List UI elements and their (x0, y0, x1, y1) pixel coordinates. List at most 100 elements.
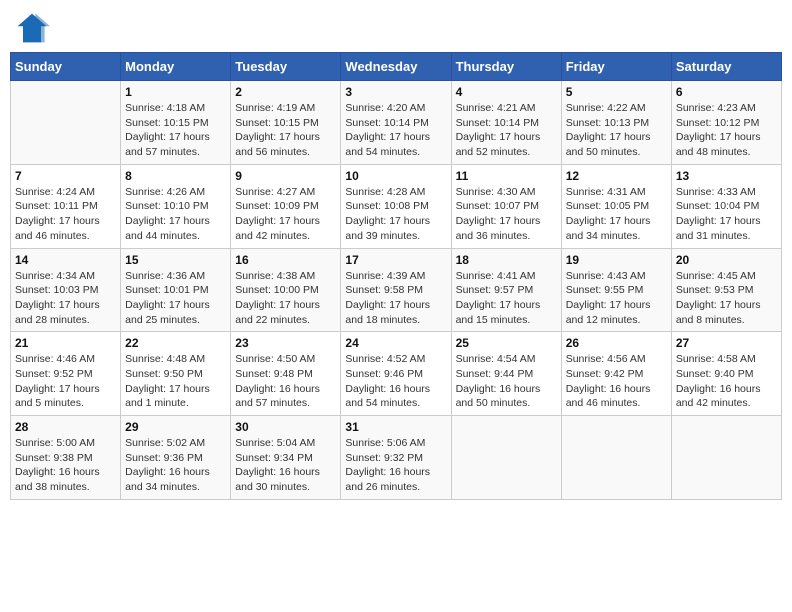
day-info: Sunrise: 4:23 AM Sunset: 10:12 PM Daylig… (676, 101, 777, 160)
calendar-cell: 31 Sunrise: 5:06 AM Sunset: 9:32 PM Dayli… (341, 416, 451, 500)
column-header-monday: Monday (121, 53, 231, 81)
day-number: 20 (676, 253, 777, 267)
calendar-cell: 25Sunrise: 4:54 AM Sunset: 9:44 PM Dayli… (451, 332, 561, 416)
calendar-cell: 3 Sunrise: 4:20 AM Sunset: 10:14 PM Dayli… (341, 81, 451, 165)
day-number: 16 (235, 253, 336, 267)
calendar-cell (671, 416, 781, 500)
calendar-cell: 1 Sunrise: 4:18 AM Sunset: 10:15 PM Dayli… (121, 81, 231, 165)
calendar-cell: 4Sunrise: 4:21 AM Sunset: 10:14 PM Dayli… (451, 81, 561, 165)
day-info: Sunrise: 4:52 AM Sunset: 9:46 PM Dayligh… (345, 352, 446, 411)
day-info: Sunrise: 4:38 AM Sunset: 10:00 PM Daylig… (235, 269, 336, 328)
calendar-cell: 5 Sunrise: 4:22 AM Sunset: 10:13 PM Dayli… (561, 81, 671, 165)
calendar-cell: 30Sunrise: 5:04 AM Sunset: 9:34 PM Dayli… (231, 416, 341, 500)
day-info: Sunrise: 4:54 AM Sunset: 9:44 PM Dayligh… (456, 352, 557, 411)
day-info: Sunrise: 4:24 AM Sunset: 10:11 PM Daylig… (15, 185, 116, 244)
calendar-cell (451, 416, 561, 500)
day-info: Sunrise: 5:00 AM Sunset: 9:38 PM Dayligh… (15, 436, 116, 495)
calendar-cell (561, 416, 671, 500)
calendar-cell: 27 Sunrise: 4:58 AM Sunset: 9:40 PM Dayli… (671, 332, 781, 416)
calendar-cell: 17 Sunrise: 4:39 AM Sunset: 9:58 PM Dayli… (341, 248, 451, 332)
day-number: 31 (345, 420, 446, 434)
calendar-cell: 19Sunrise: 4:43 AM Sunset: 9:55 PM Dayli… (561, 248, 671, 332)
calendar-cell: 20Sunrise: 4:45 AM Sunset: 9:53 PM Dayli… (671, 248, 781, 332)
day-info: Sunrise: 4:18 AM Sunset: 10:15 PM Daylig… (125, 101, 226, 160)
calendar-cell: 23 Sunrise: 4:50 AM Sunset: 9:48 PM Dayli… (231, 332, 341, 416)
calendar-cell: 14 Sunrise: 4:34 AM Sunset: 10:03 PM Dayl… (11, 248, 121, 332)
calendar-table: SundayMondayTuesdayWednesdayThursdayFrid… (10, 52, 782, 500)
day-info: Sunrise: 5:02 AM Sunset: 9:36 PM Dayligh… (125, 436, 226, 495)
day-number: 11 (456, 169, 557, 183)
day-info: Sunrise: 4:26 AM Sunset: 10:10 PM Daylig… (125, 185, 226, 244)
calendar-cell: 16 Sunrise: 4:38 AM Sunset: 10:00 PM Dayl… (231, 248, 341, 332)
day-number: 24 (345, 336, 446, 350)
day-number: 14 (15, 253, 116, 267)
calendar-week-row: 14 Sunrise: 4:34 AM Sunset: 10:03 PM Dayl… (11, 248, 782, 332)
calendar-cell: 2Sunrise: 4:19 AM Sunset: 10:15 PM Dayli… (231, 81, 341, 165)
day-info: Sunrise: 4:20 AM Sunset: 10:14 PM Daylig… (345, 101, 446, 160)
calendar-week-row: 1 Sunrise: 4:18 AM Sunset: 10:15 PM Dayli… (11, 81, 782, 165)
day-info: Sunrise: 4:31 AM Sunset: 10:05 PM Daylig… (566, 185, 667, 244)
calendar-cell: 7Sunrise: 4:24 AM Sunset: 10:11 PM Dayli… (11, 164, 121, 248)
day-number: 22 (125, 336, 226, 350)
column-header-sunday: Sunday (11, 53, 121, 81)
day-info: Sunrise: 4:41 AM Sunset: 9:57 PM Dayligh… (456, 269, 557, 328)
day-number: 1 (125, 85, 226, 99)
day-info: Sunrise: 4:21 AM Sunset: 10:14 PM Daylig… (456, 101, 557, 160)
calendar-header-row: SundayMondayTuesdayWednesdayThursdayFrid… (11, 53, 782, 81)
day-number: 15 (125, 253, 226, 267)
calendar-week-row: 28 Sunrise: 5:00 AM Sunset: 9:38 PM Dayli… (11, 416, 782, 500)
day-number: 9 (235, 169, 336, 183)
calendar-cell: 6 Sunrise: 4:23 AM Sunset: 10:12 PM Dayli… (671, 81, 781, 165)
day-number: 3 (345, 85, 446, 99)
calendar-cell: 21 Sunrise: 4:46 AM Sunset: 9:52 PM Dayli… (11, 332, 121, 416)
calendar-cell: 11Sunrise: 4:30 AM Sunset: 10:07 PM Dayl… (451, 164, 561, 248)
day-number: 5 (566, 85, 667, 99)
column-header-thursday: Thursday (451, 53, 561, 81)
day-info: Sunrise: 5:06 AM Sunset: 9:32 PM Dayligh… (345, 436, 446, 495)
calendar-cell: 15 Sunrise: 4:36 AM Sunset: 10:01 PM Dayl… (121, 248, 231, 332)
day-number: 28 (15, 420, 116, 434)
day-info: Sunrise: 5:04 AM Sunset: 9:34 PM Dayligh… (235, 436, 336, 495)
calendar-cell: 29 Sunrise: 5:02 AM Sunset: 9:36 PM Dayli… (121, 416, 231, 500)
calendar-week-row: 21 Sunrise: 4:46 AM Sunset: 9:52 PM Dayli… (11, 332, 782, 416)
day-info: Sunrise: 4:48 AM Sunset: 9:50 PM Dayligh… (125, 352, 226, 411)
calendar-cell: 26 Sunrise: 4:56 AM Sunset: 9:42 PM Dayli… (561, 332, 671, 416)
calendar-cell: 13Sunrise: 4:33 AM Sunset: 10:04 PM Dayl… (671, 164, 781, 248)
calendar-cell: 24 Sunrise: 4:52 AM Sunset: 9:46 PM Dayli… (341, 332, 451, 416)
day-info: Sunrise: 4:58 AM Sunset: 9:40 PM Dayligh… (676, 352, 777, 411)
day-number: 27 (676, 336, 777, 350)
day-number: 26 (566, 336, 667, 350)
page-header (10, 10, 782, 46)
day-info: Sunrise: 4:28 AM Sunset: 10:08 PM Daylig… (345, 185, 446, 244)
day-number: 29 (125, 420, 226, 434)
day-info: Sunrise: 4:39 AM Sunset: 9:58 PM Dayligh… (345, 269, 446, 328)
calendar-cell: 8 Sunrise: 4:26 AM Sunset: 10:10 PM Dayli… (121, 164, 231, 248)
day-number: 6 (676, 85, 777, 99)
calendar-cell: 18 Sunrise: 4:41 AM Sunset: 9:57 PM Dayli… (451, 248, 561, 332)
day-info: Sunrise: 4:36 AM Sunset: 10:01 PM Daylig… (125, 269, 226, 328)
day-info: Sunrise: 4:46 AM Sunset: 9:52 PM Dayligh… (15, 352, 116, 411)
day-number: 21 (15, 336, 116, 350)
day-number: 17 (345, 253, 446, 267)
calendar-cell: 12 Sunrise: 4:31 AM Sunset: 10:05 PM Dayl… (561, 164, 671, 248)
day-number: 2 (235, 85, 336, 99)
calendar-cell: 22 Sunrise: 4:48 AM Sunset: 9:50 PM Dayli… (121, 332, 231, 416)
calendar-week-row: 7Sunrise: 4:24 AM Sunset: 10:11 PM Dayli… (11, 164, 782, 248)
day-info: Sunrise: 4:50 AM Sunset: 9:48 PM Dayligh… (235, 352, 336, 411)
day-number: 10 (345, 169, 446, 183)
calendar-cell: 10 Sunrise: 4:28 AM Sunset: 10:08 PM Dayl… (341, 164, 451, 248)
day-info: Sunrise: 4:22 AM Sunset: 10:13 PM Daylig… (566, 101, 667, 160)
calendar-cell: 28 Sunrise: 5:00 AM Sunset: 9:38 PM Dayli… (11, 416, 121, 500)
column-header-friday: Friday (561, 53, 671, 81)
day-info: Sunrise: 4:33 AM Sunset: 10:04 PM Daylig… (676, 185, 777, 244)
day-number: 8 (125, 169, 226, 183)
column-header-wednesday: Wednesday (341, 53, 451, 81)
day-number: 23 (235, 336, 336, 350)
calendar-cell: 9Sunrise: 4:27 AM Sunset: 10:09 PM Dayli… (231, 164, 341, 248)
day-info: Sunrise: 4:34 AM Sunset: 10:03 PM Daylig… (15, 269, 116, 328)
logo-icon (14, 10, 50, 46)
day-number: 12 (566, 169, 667, 183)
day-info: Sunrise: 4:56 AM Sunset: 9:42 PM Dayligh… (566, 352, 667, 411)
column-header-saturday: Saturday (671, 53, 781, 81)
day-number: 18 (456, 253, 557, 267)
